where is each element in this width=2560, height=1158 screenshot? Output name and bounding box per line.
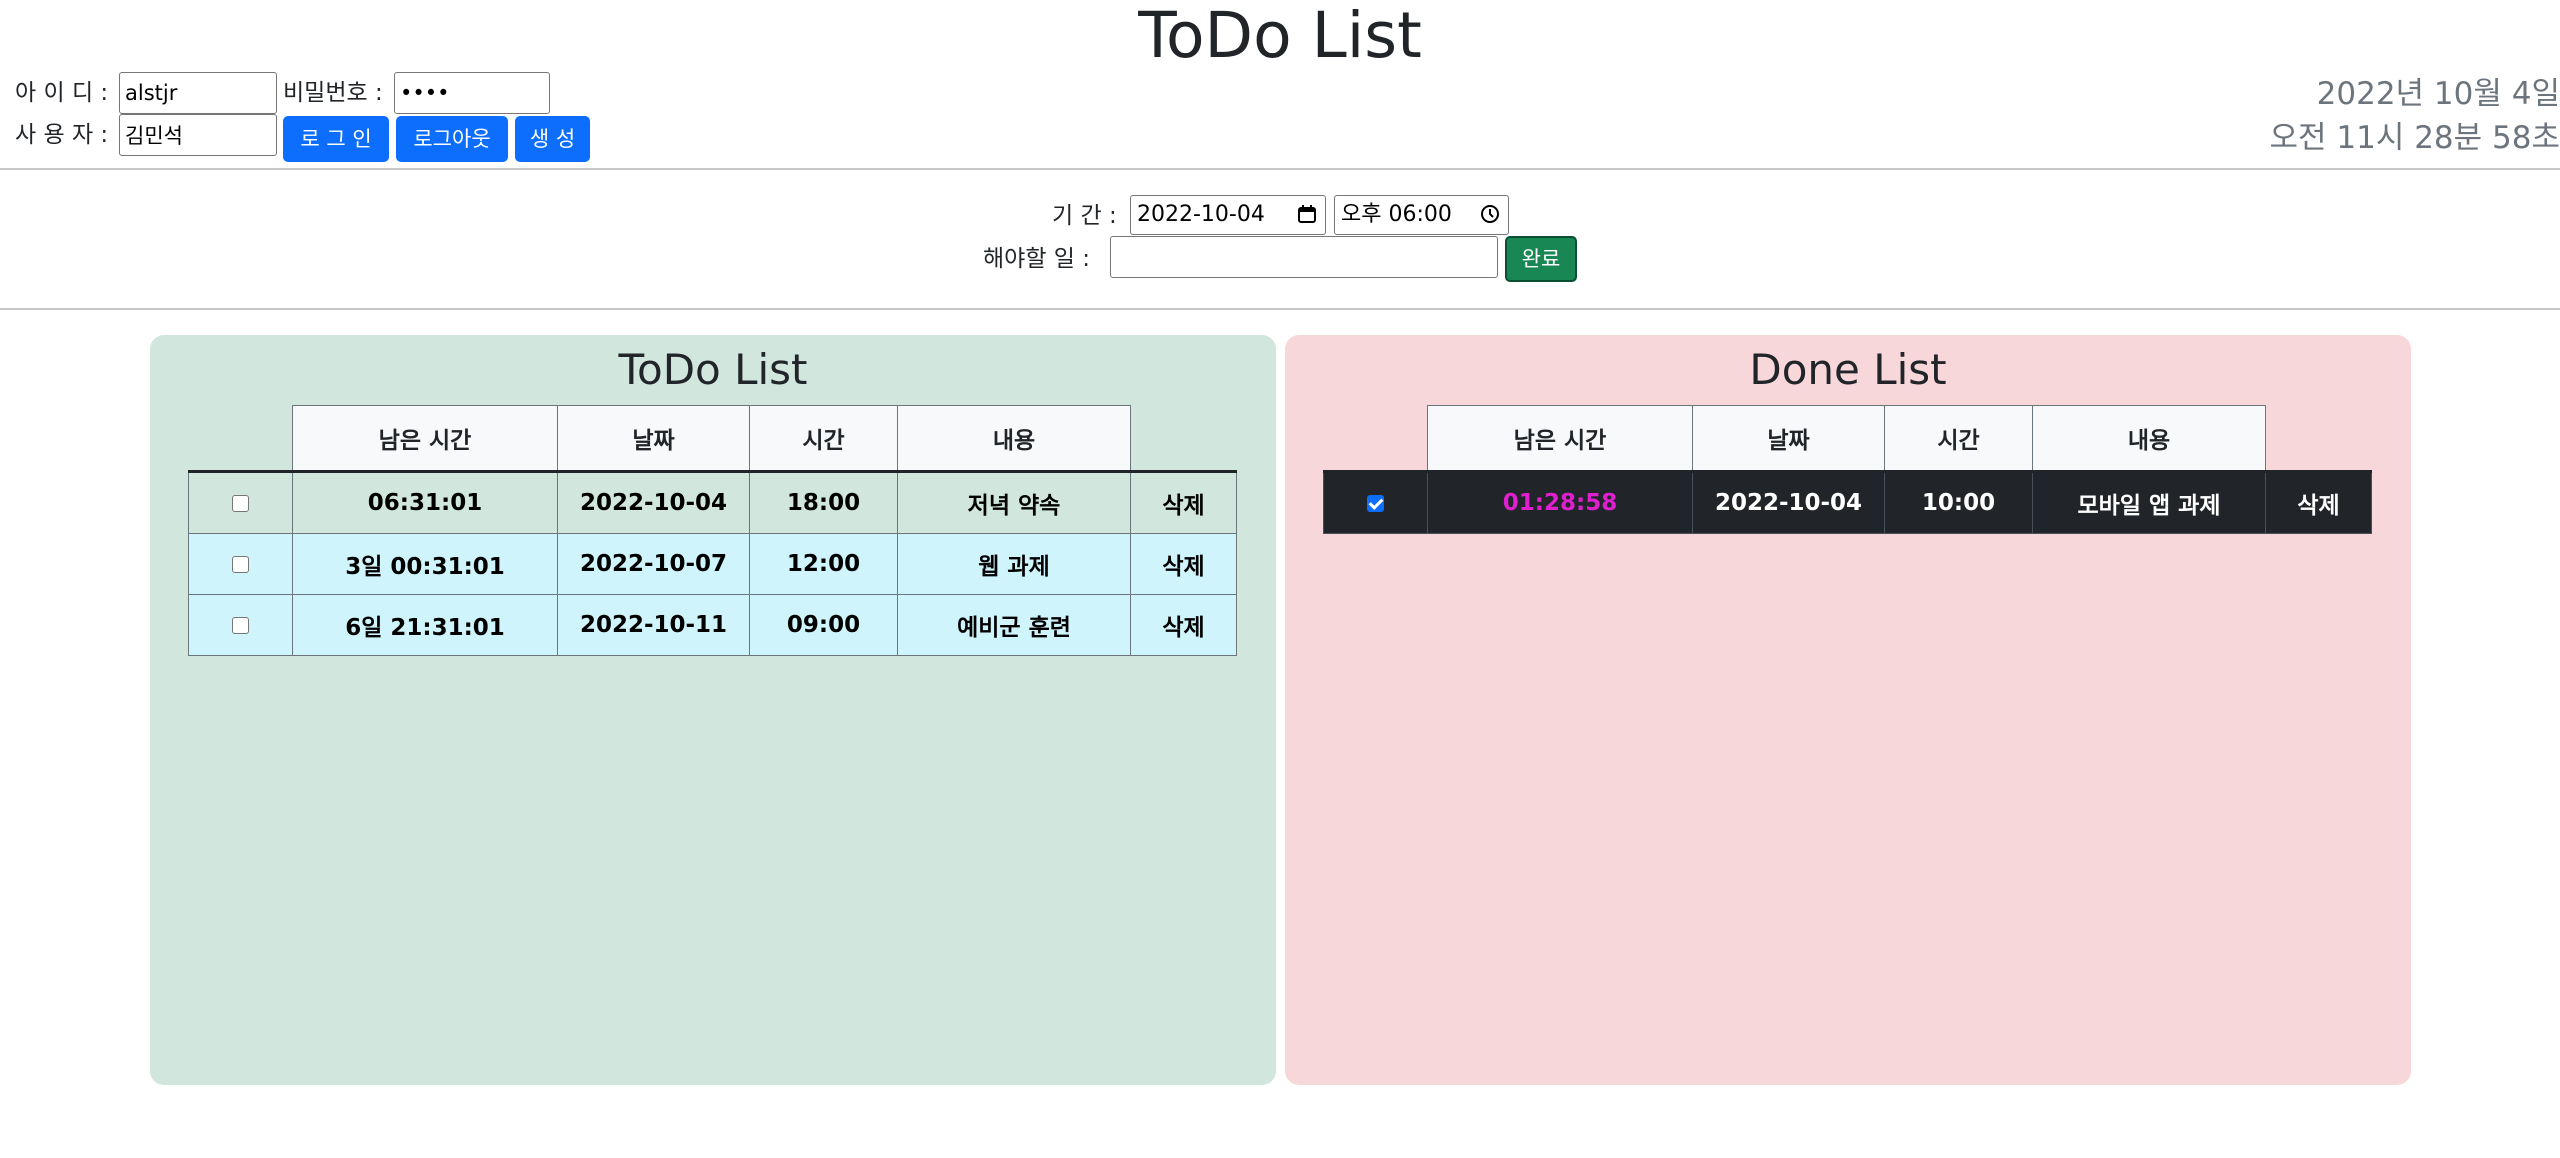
todo-panel: ToDo List 남은 시간 날짜 시간 내용 06:31:01 2022-1… — [150, 335, 1276, 1085]
todo-row: 06:31:01 2022-10-04 18:00 저녁 약속 삭제 — [188, 471, 1237, 534]
divider-top — [0, 168, 2560, 170]
header-blank — [1131, 406, 1237, 472]
date-value: 2022-10-04 — [1137, 202, 1265, 227]
task-date: 2022-10-04 — [557, 471, 750, 534]
todo-table: 남은 시간 날짜 시간 내용 06:31:01 2022-10-04 18:00… — [188, 405, 1237, 656]
todo-app-page: ToDo List 아 이 디 : 비밀번호 : 사 용 자 : 로 그 인 로… — [0, 0, 2560, 1158]
divider-form — [0, 308, 2560, 310]
done-row: 01:28:58 2022-10-04 10:00 모바일 앱 과제 삭제 — [1323, 471, 2372, 534]
delete-button[interactable]: 삭제 — [1130, 471, 1237, 534]
logout-button[interactable]: 로그아웃 — [396, 116, 508, 162]
period-label: 기 간 : — [1052, 203, 1117, 229]
header-content: 내용 — [897, 405, 1131, 472]
task-content: 모바일 앱 과제 — [2032, 471, 2266, 534]
time-input[interactable]: 오후 06:00 — [1334, 195, 1509, 235]
calendar-icon[interactable] — [1297, 204, 1317, 224]
clock: 2022년 10월 4일 오전 11시 28분 58초 — [2269, 72, 2560, 160]
remaining-time: 06:31:01 — [292, 471, 558, 534]
header-time: 시간 — [1884, 405, 2033, 472]
password-input[interactable] — [394, 72, 550, 114]
todo-row: 3일 00:31:01 2022-10-07 12:00 웹 과제 삭제 — [188, 533, 1237, 595]
todo-table-header: 남은 시간 날짜 시간 내용 — [188, 405, 1237, 472]
login-button[interactable]: 로 그 인 — [283, 116, 389, 162]
done-table-header: 남은 시간 날짜 시간 내용 — [1323, 405, 2372, 472]
page-title: ToDo List — [1138, 0, 1422, 72]
task-time: 09:00 — [749, 594, 898, 656]
delete-button[interactable]: 삭제 — [2265, 471, 2372, 534]
done-panel-title: Done List — [1749, 345, 1947, 394]
header-time: 시간 — [749, 405, 898, 472]
clock-time: 오전 11시 28분 58초 — [2269, 120, 2560, 156]
user-input[interactable] — [119, 114, 277, 156]
task-date: 2022-10-11 — [557, 594, 750, 656]
todo-checkbox[interactable] — [232, 495, 249, 512]
id-input[interactable] — [119, 72, 277, 114]
task-time: 12:00 — [749, 533, 898, 595]
task-time: 18:00 — [749, 471, 898, 534]
clock-date: 2022년 10월 4일 — [2316, 76, 2560, 112]
task-time: 10:00 — [1884, 471, 2033, 534]
done-table: 남은 시간 날짜 시간 내용 01:28:58 2022-10-04 10:00… — [1323, 405, 2372, 534]
todo-checkbox-cell — [188, 533, 293, 595]
clock-icon[interactable] — [1480, 204, 1500, 224]
header-blank — [1324, 406, 1428, 472]
done-checkbox[interactable] — [1367, 495, 1384, 512]
password-label: 비밀번호 : — [283, 80, 383, 106]
todo-panel-title: ToDo List — [618, 345, 808, 394]
submit-button[interactable]: 완료 — [1505, 236, 1577, 282]
task-date: 2022-10-07 — [557, 533, 750, 595]
task-label: 해야할 일 : — [983, 246, 1091, 272]
header-remaining: 남은 시간 — [292, 405, 558, 472]
task-content: 저녁 약속 — [897, 471, 1131, 534]
todo-checkbox[interactable] — [232, 617, 249, 634]
done-checkbox-cell — [1323, 471, 1428, 534]
create-button[interactable]: 생 성 — [515, 116, 590, 162]
task-content: 예비군 훈련 — [897, 594, 1131, 656]
header-blank — [189, 406, 293, 472]
task-date: 2022-10-04 — [1692, 471, 1885, 534]
done-panel: Done List 남은 시간 날짜 시간 내용 01:28:58 2022-1… — [1285, 335, 2411, 1085]
header-date: 날짜 — [557, 405, 750, 472]
header-blank — [2266, 406, 2372, 472]
header-content: 내용 — [2032, 405, 2266, 472]
time-value: 오후 06:00 — [1341, 202, 1452, 227]
date-input[interactable]: 2022-10-04 — [1130, 195, 1326, 235]
delete-button[interactable]: 삭제 — [1130, 533, 1237, 595]
task-input[interactable] — [1110, 236, 1498, 278]
task-content: 웹 과제 — [897, 533, 1131, 595]
header-remaining: 남은 시간 — [1427, 405, 1693, 472]
remaining-time: 6일 21:31:01 — [292, 594, 558, 656]
id-label: 아 이 디 : — [15, 80, 109, 106]
user-label: 사 용 자 : — [15, 122, 109, 148]
todo-checkbox[interactable] — [232, 556, 249, 573]
header-date: 날짜 — [1692, 405, 1885, 472]
todo-checkbox-cell — [188, 471, 293, 534]
remaining-time: 3일 00:31:01 — [292, 533, 558, 595]
delete-button[interactable]: 삭제 — [1130, 594, 1237, 656]
todo-checkbox-cell — [188, 594, 293, 656]
todo-row: 6일 21:31:01 2022-10-11 09:00 예비군 훈련 삭제 — [188, 594, 1237, 656]
remaining-time: 01:28:58 — [1427, 471, 1693, 534]
